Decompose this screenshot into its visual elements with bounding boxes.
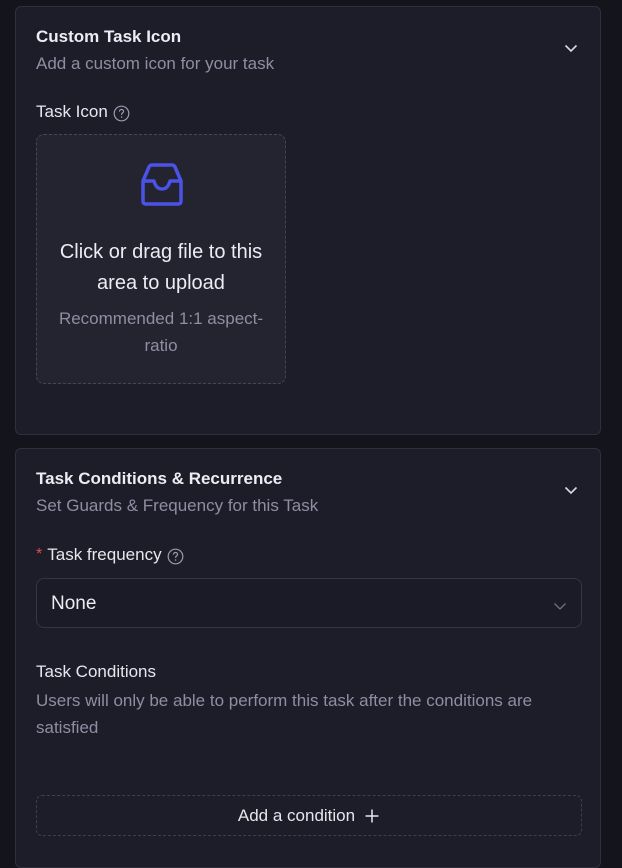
add-condition-button[interactable]: Add a condition (36, 795, 582, 836)
inbox-icon (137, 161, 187, 207)
task-conditions-description: Users will only be able to perform this … (36, 691, 533, 737)
task-icon-label-text: Task Icon (36, 102, 108, 121)
task-frequency-label-text: Task frequency (47, 545, 162, 564)
task-frequency-label: * Task frequency (36, 544, 183, 566)
task-icon-label: Task Icon (36, 101, 130, 123)
upload-text: Click or drag file to this area to uploa… (59, 241, 263, 294)
chevron-down-icon[interactable] (564, 485, 578, 495)
card-title: Custom Task Icon (36, 27, 182, 46)
task-conditions-card: Task Conditions & Recurrence Set Guards … (15, 448, 601, 868)
upload-hint: Recommended 1:1 aspect-ratio (58, 309, 264, 355)
custom-task-icon-card: Custom Task Icon Add a custom icon for y… (15, 6, 601, 435)
chevron-down-icon[interactable] (564, 43, 578, 53)
chevron-down-icon (553, 598, 567, 610)
file-upload-dropzone[interactable]: Click or drag file to this area to uploa… (36, 134, 286, 384)
card-subtitle: Set Guards & Frequency for this Task (36, 496, 319, 515)
select-value: None (51, 593, 97, 614)
card-header[interactable]: Custom Task Icon Add a custom icon for y… (36, 25, 580, 76)
card-title: Task Conditions & Recurrence (36, 469, 283, 488)
task-conditions-title: Task Conditions (36, 662, 157, 681)
help-icon[interactable] (113, 105, 130, 121)
card-header[interactable]: Task Conditions & Recurrence Set Guards … (36, 467, 580, 518)
plus-icon (364, 808, 380, 824)
help-icon[interactable] (167, 548, 183, 564)
task-frequency-select[interactable]: None (36, 578, 582, 628)
required-asterisk: * (36, 546, 43, 563)
add-condition-label: Add a condition (237, 805, 356, 825)
card-subtitle: Add a custom icon for your task (36, 54, 275, 73)
